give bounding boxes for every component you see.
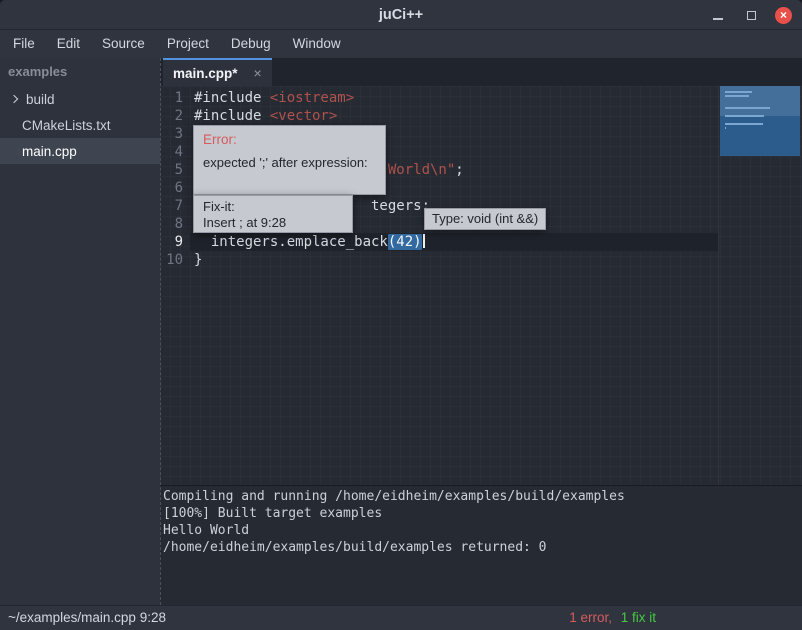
window-title: juCi++ <box>0 0 802 30</box>
window-close-button[interactable]: × <box>775 7 792 24</box>
line-number: 2 <box>160 107 190 125</box>
line-number: 4 <box>160 143 190 161</box>
menu-item-source[interactable]: Source <box>91 30 156 58</box>
status-bar: ~/examples/main.cpp 9:28 1 error, 1 fix … <box>0 605 802 630</box>
tree-item-label: main.cpp <box>22 144 77 159</box>
window-controls: × <box>709 0 792 30</box>
close-icon: × <box>780 9 787 21</box>
minimap-line <box>725 107 770 109</box>
tree-item-main-cpp[interactable]: main.cpp <box>0 138 160 164</box>
app-window: juCi++ × FileEditSourceProjectDebugWindo… <box>0 0 802 630</box>
tree-item-build[interactable]: build <box>0 86 160 112</box>
code-segment: } <box>194 252 202 268</box>
menu-item-window[interactable]: Window <box>282 30 352 58</box>
minimap-line <box>725 91 752 93</box>
tree-item-cmakelists-txt[interactable]: CMakeLists.txt <box>0 112 160 138</box>
tab-main-cpp[interactable]: main.cpp* × <box>163 58 272 86</box>
fixit-tooltip: Fix-it: Insert ; at 9:28 <box>193 195 353 233</box>
terminal-line: Compiling and running /home/eidheim/exam… <box>163 488 802 505</box>
minimap-line <box>725 127 726 129</box>
editor-pane: 12345678910 #include <iostream>#include … <box>160 86 802 485</box>
workspace: examples build CMakeLists.txt main.cpp mai… <box>0 58 802 605</box>
text-cursor <box>423 234 425 248</box>
file-tree-root-label: examples <box>0 58 160 86</box>
restore-icon <box>747 11 756 20</box>
minimap-line <box>725 123 763 125</box>
tab-bar: main.cpp* × <box>160 58 802 86</box>
file-tree-panel: examples build CMakeLists.txt main.cpp <box>0 58 160 605</box>
menu-item-file[interactable]: File <box>2 30 46 58</box>
tree-item-label: build <box>26 92 55 107</box>
terminal-line: [100%] Built target examples <box>163 505 802 522</box>
code-segment: integers.emplace_back <box>194 234 388 250</box>
minimize-icon <box>713 18 723 20</box>
line-number: 8 <box>160 215 190 233</box>
menu-item-project[interactable]: Project <box>156 30 220 58</box>
minimap-lines <box>725 91 792 131</box>
line-number: 6 <box>160 179 190 197</box>
minimap[interactable] <box>720 86 800 156</box>
window-restore-button[interactable] <box>742 6 760 24</box>
code-segment: #include <box>194 90 270 106</box>
code-segment: #include <box>194 108 270 124</box>
window-minimize-button[interactable] <box>709 6 727 24</box>
file-tree: build CMakeLists.txt main.cpp <box>0 86 160 164</box>
line-number: 3 <box>160 125 190 143</box>
code-segment: (42) <box>388 234 422 250</box>
diagnostic-tooltip: Error: expected ';' after expression: <box>193 125 386 195</box>
line-number: 1 <box>160 89 190 107</box>
line-number: 9 <box>160 233 190 251</box>
code-segment: <iostream> <box>270 90 354 106</box>
code-line-1[interactable]: #include <iostream> <box>190 89 718 107</box>
line-number: 10 <box>160 251 190 269</box>
tab-close-icon[interactable]: × <box>254 66 262 80</box>
chevron-right-icon <box>10 95 18 103</box>
fixit-title: Fix-it: <box>203 199 343 215</box>
minimap-line <box>725 115 764 117</box>
type-tooltip: Type: void (int &&) <box>424 208 546 230</box>
code-line-2[interactable]: #include <vector> <box>190 107 718 125</box>
pane-divider[interactable] <box>160 58 161 605</box>
code-segment: ; <box>455 162 463 178</box>
line-number-gutter: 12345678910 <box>160 89 190 269</box>
menu-item-edit[interactable]: Edit <box>46 30 91 58</box>
diagnostic-title: Error: <box>203 132 376 147</box>
terminal-line: /home/eidheim/examples/build/examples re… <box>163 539 802 556</box>
tab-label: main.cpp* <box>173 66 238 81</box>
tree-item-label: CMakeLists.txt <box>22 118 111 133</box>
titlebar[interactable]: juCi++ × <box>0 0 802 30</box>
status-file-position: ~/examples/main.cpp 9:28 <box>8 606 166 630</box>
status-diagnostics: 1 error, 1 fix it <box>569 606 656 630</box>
menubar: FileEditSourceProjectDebugWindow <box>0 30 802 58</box>
output-terminal[interactable]: Compiling and running /home/eidheim/exam… <box>160 485 802 605</box>
line-number: 5 <box>160 161 190 179</box>
menu-item-debug[interactable]: Debug <box>220 30 282 58</box>
code-line-9[interactable]: integers.emplace_back(42) <box>190 233 718 251</box>
code-segment: <vector> <box>270 108 337 124</box>
type-tooltip-text: Type: void (int &&) <box>432 211 538 226</box>
right-margin-ruler <box>718 86 719 485</box>
line-number: 7 <box>160 197 190 215</box>
fixit-action: Insert ; at 9:28 <box>203 215 343 231</box>
minimap-line <box>725 95 749 97</box>
diagnostic-message: expected ';' after expression: <box>203 155 376 170</box>
status-fixit-count: 1 fix it <box>621 610 656 625</box>
code-line-10[interactable]: } <box>190 251 718 269</box>
terminal-line: Hello World <box>163 522 802 539</box>
status-error-count: 1 error, <box>569 610 612 625</box>
